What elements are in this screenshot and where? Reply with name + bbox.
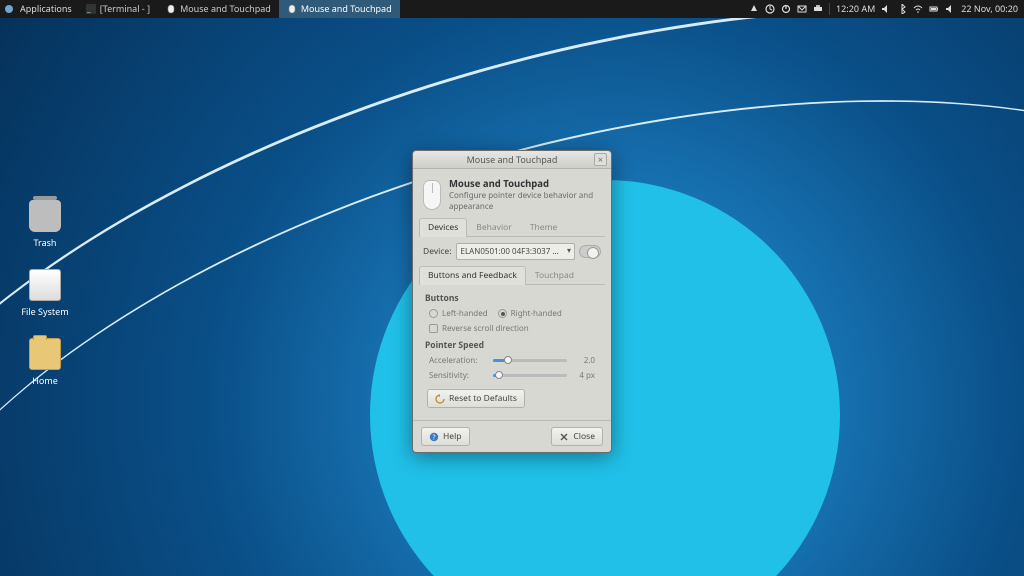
power-icon[interactable] bbox=[781, 4, 791, 14]
button-label: Close bbox=[573, 431, 595, 442]
desktop-icons: Trash File System Home bbox=[10, 200, 80, 407]
taskbar: _ [Terminal - ] Mouse and Touchpad Mouse… bbox=[78, 0, 400, 18]
sensitivity-slider[interactable] bbox=[493, 374, 567, 377]
applications-menu[interactable]: Applications bbox=[20, 0, 72, 18]
button-label: Reset to Defaults bbox=[449, 393, 517, 404]
task-mouse-settings-2[interactable]: Mouse and Touchpad bbox=[279, 0, 400, 18]
tab-theme[interactable]: Theme bbox=[521, 218, 567, 236]
acceleration-value: 2.0 bbox=[573, 355, 595, 366]
date[interactable]: 22 Nov, 00:20 bbox=[961, 0, 1018, 18]
volume-icon[interactable] bbox=[881, 4, 891, 14]
wifi-icon[interactable] bbox=[913, 4, 923, 14]
mail-icon[interactable] bbox=[797, 4, 807, 14]
dialog-subtitle: Configure pointer device behavior and ap… bbox=[449, 190, 601, 212]
radio-label: Right-handed bbox=[511, 308, 562, 319]
close-icon bbox=[559, 432, 569, 442]
task-mouse-settings-1[interactable]: Mouse and Touchpad bbox=[158, 0, 279, 18]
close-icon: × bbox=[598, 153, 603, 166]
pointer-group-label: Pointer Speed bbox=[425, 340, 599, 351]
task-label: Mouse and Touchpad bbox=[301, 0, 392, 18]
desktop-icon-label: Home bbox=[10, 374, 80, 387]
battery-icon[interactable] bbox=[929, 4, 939, 14]
task-label: Mouse and Touchpad bbox=[180, 0, 271, 18]
acceleration-slider[interactable] bbox=[493, 359, 567, 362]
svg-text:?: ? bbox=[432, 433, 435, 442]
dialog-title: Mouse and Touchpad bbox=[449, 177, 601, 190]
buttons-group-label: Buttons bbox=[425, 293, 599, 304]
window-title: Mouse and Touchpad bbox=[467, 153, 558, 166]
desktop-icon-label: File System bbox=[10, 305, 80, 318]
tab-behavior[interactable]: Behavior bbox=[467, 218, 521, 236]
acceleration-label: Acceleration: bbox=[429, 355, 487, 366]
subtab-buttons-feedback[interactable]: Buttons and Feedback bbox=[419, 266, 526, 285]
reset-icon bbox=[435, 394, 445, 404]
device-enable-toggle[interactable] bbox=[579, 245, 601, 258]
trash-icon bbox=[29, 200, 61, 232]
clock[interactable]: 12:20 AM bbox=[836, 0, 875, 18]
sensitivity-label: Sensitivity: bbox=[429, 370, 487, 381]
window-titlebar[interactable]: Mouse and Touchpad × bbox=[413, 151, 611, 169]
subtab-touchpad[interactable]: Touchpad bbox=[526, 266, 583, 284]
top-panel: Applications _ [Terminal - ] Mouse and T… bbox=[0, 0, 1024, 18]
check-label: Reverse scroll direction bbox=[442, 323, 529, 334]
mouse-icon bbox=[166, 4, 176, 14]
radio-left-handed[interactable]: Left-handed bbox=[429, 308, 488, 319]
desktop-trash[interactable]: Trash bbox=[10, 200, 80, 249]
device-combo[interactable]: ELAN0501:00 04F3:3037 Touchpad bbox=[456, 243, 576, 260]
radio-right-handed[interactable]: Right-handed bbox=[498, 308, 562, 319]
notification-icon[interactable] bbox=[749, 4, 759, 14]
main-tabs: Devices Behavior Theme bbox=[419, 218, 605, 237]
task-label: [Terminal - ] bbox=[100, 0, 150, 18]
close-button[interactable]: Close bbox=[551, 427, 603, 446]
help-button[interactable]: ? Help bbox=[421, 427, 470, 446]
task-terminal[interactable]: _ [Terminal - ] bbox=[78, 0, 158, 18]
desktop-home[interactable]: Home bbox=[10, 338, 80, 387]
svg-text:_: _ bbox=[86, 4, 91, 14]
sensitivity-value: 4 px bbox=[573, 370, 595, 381]
update-icon[interactable] bbox=[765, 4, 775, 14]
volume-icon-2[interactable] bbox=[945, 4, 955, 14]
tab-devices[interactable]: Devices bbox=[419, 218, 467, 237]
reset-defaults-button[interactable]: Reset to Defaults bbox=[427, 389, 525, 408]
system-tray: 12:20 AM 22 Nov, 00:20 bbox=[749, 0, 1024, 18]
folder-icon bbox=[29, 338, 61, 370]
check-reverse-scroll[interactable]: Reverse scroll direction bbox=[425, 321, 599, 336]
printer-icon[interactable] bbox=[813, 4, 823, 14]
desktop-icon-label: Trash bbox=[10, 236, 80, 249]
drive-icon bbox=[29, 269, 61, 301]
mouse-settings-window: Mouse and Touchpad × Mouse and Touchpad … bbox=[412, 150, 612, 453]
mouse-icon bbox=[287, 4, 297, 14]
device-label: Device: bbox=[423, 246, 452, 257]
sub-tabs: Buttons and Feedback Touchpad bbox=[419, 266, 605, 285]
button-label: Help bbox=[443, 431, 462, 442]
radio-label: Left-handed bbox=[442, 308, 488, 319]
window-close-button[interactable]: × bbox=[594, 153, 607, 166]
xfce-logo-icon bbox=[4, 4, 14, 14]
dialog-header: Mouse and Touchpad Configure pointer dev… bbox=[413, 169, 611, 218]
help-icon: ? bbox=[429, 432, 439, 442]
mouse-icon bbox=[423, 180, 441, 210]
bluetooth-icon[interactable] bbox=[897, 4, 907, 14]
desktop-filesystem[interactable]: File System bbox=[10, 269, 80, 318]
terminal-icon: _ bbox=[86, 4, 96, 14]
